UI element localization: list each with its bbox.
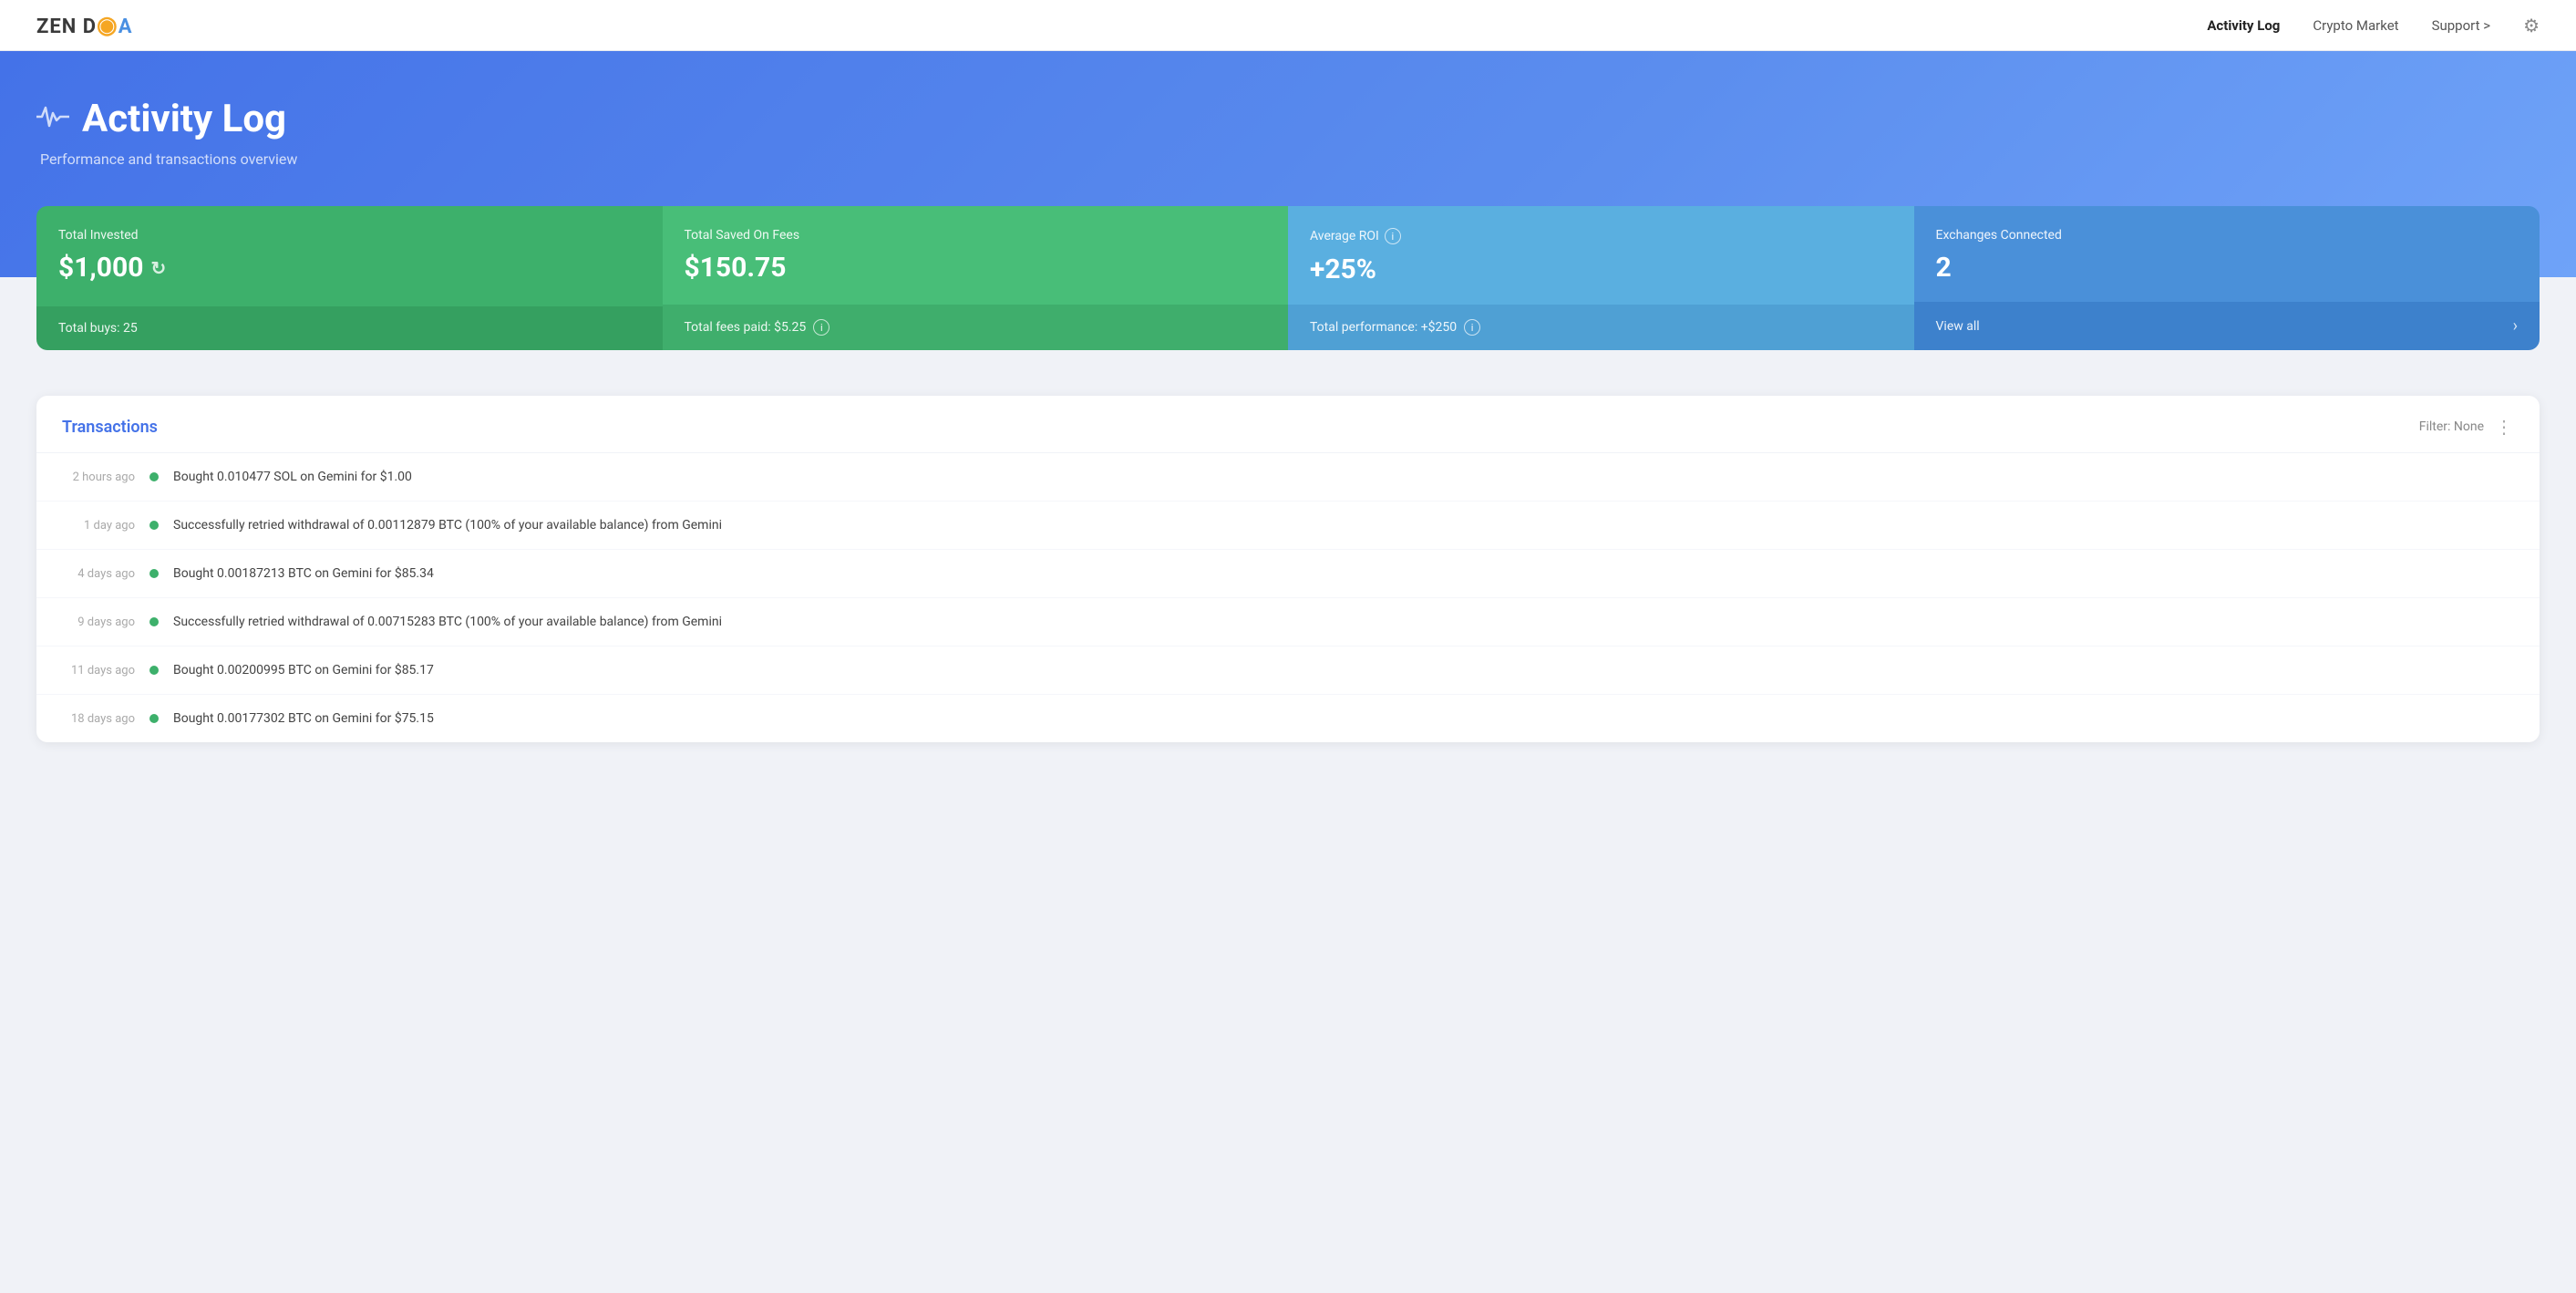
filter-label: Filter: None bbox=[2419, 419, 2484, 434]
logo-dot: ◉ bbox=[97, 12, 118, 39]
transaction-status-dot bbox=[149, 472, 159, 481]
card-average-roi: Average ROI i +25% Total performance: +$… bbox=[1288, 206, 1914, 350]
performance-info-icon[interactable]: i bbox=[1464, 319, 1480, 336]
nav-activity-log[interactable]: Activity Log bbox=[2207, 17, 2280, 34]
card-exchanges-bottom: View all bbox=[1936, 319, 1980, 334]
hero-subtitle: Performance and transactions overview bbox=[40, 150, 2540, 168]
navbar: ZEN D◉A Activity Log Crypto Market Suppo… bbox=[0, 0, 2576, 51]
transaction-time: 9 days ago bbox=[62, 615, 135, 629]
filter-area: Filter: None ⋮ bbox=[2419, 416, 2514, 438]
card-average-roi-label: Average ROI bbox=[1310, 229, 1379, 243]
card-exchanges-label: Exchanges Connected bbox=[1936, 228, 2062, 243]
transactions-header: Transactions Filter: None ⋮ bbox=[36, 396, 2540, 453]
transactions-list: 2 hours ago Bought 0.010477 SOL on Gemin… bbox=[36, 453, 2540, 742]
card-average-roi-value: +25% bbox=[1310, 253, 1376, 285]
transaction-status-dot bbox=[149, 617, 159, 626]
refresh-icon[interactable]: ↻ bbox=[150, 257, 166, 279]
transaction-status-dot bbox=[149, 666, 159, 675]
transactions-title: Transactions bbox=[62, 418, 158, 437]
transaction-time: 18 days ago bbox=[62, 712, 135, 726]
transaction-time: 1 day ago bbox=[62, 519, 135, 533]
roi-info-icon[interactable]: i bbox=[1385, 228, 1401, 244]
hero-title-block: Activity Log bbox=[36, 97, 2540, 141]
fees-info-icon[interactable]: i bbox=[813, 319, 829, 336]
transaction-text: Successfully retried withdrawal of 0.001… bbox=[173, 518, 722, 533]
view-all-chevron-icon: › bbox=[2513, 316, 2518, 336]
transaction-text: Successfully retried withdrawal of 0.007… bbox=[173, 615, 722, 629]
transaction-text: Bought 0.00200995 BTC on Gemini for $85.… bbox=[173, 663, 434, 678]
settings-icon[interactable]: ⚙ bbox=[2523, 15, 2540, 36]
card-exchanges-value: 2 bbox=[1936, 252, 1952, 284]
transaction-text: Bought 0.010477 SOL on Gemini for $1.00 bbox=[173, 470, 412, 484]
card-total-invested-value: $1,000 bbox=[58, 252, 143, 284]
transaction-item: 1 day ago Successfully retried withdrawa… bbox=[36, 502, 2540, 550]
transaction-time: 11 days ago bbox=[62, 664, 135, 678]
transaction-status-dot bbox=[149, 521, 159, 530]
nav-links: Activity Log Crypto Market Support > ⚙ bbox=[2207, 15, 2540, 36]
transaction-item: 4 days ago Bought 0.00187213 BTC on Gemi… bbox=[36, 550, 2540, 598]
transaction-text: Bought 0.00187213 BTC on Gemini for $85.… bbox=[173, 566, 434, 581]
transaction-item: 2 hours ago Bought 0.010477 SOL on Gemin… bbox=[36, 453, 2540, 502]
card-total-saved-bottom: Total fees paid: $5.25 bbox=[685, 320, 807, 335]
card-average-roi-bottom: Total performance: +$250 bbox=[1310, 320, 1457, 335]
logo-zen: ZEN D bbox=[36, 16, 97, 38]
transactions-menu-button[interactable]: ⋮ bbox=[2495, 416, 2514, 438]
card-total-saved: Total Saved On Fees $150.75 Total fees p… bbox=[663, 206, 1289, 350]
card-total-invested-bottom: Total buys: 25 bbox=[58, 321, 138, 336]
logo-dca: A bbox=[118, 16, 133, 38]
transaction-item: 9 days ago Successfully retried withdraw… bbox=[36, 598, 2540, 646]
page-title: Activity Log bbox=[82, 97, 286, 141]
transaction-status-dot bbox=[149, 569, 159, 578]
pulse-icon bbox=[36, 102, 69, 137]
card-total-invested-label: Total Invested bbox=[58, 228, 139, 243]
card-total-invested: Total Invested $1,000 ↻ Total buys: 25 bbox=[36, 206, 663, 350]
card-total-saved-label: Total Saved On Fees bbox=[685, 228, 800, 243]
main-content: Transactions Filter: None ⋮ 2 hours ago … bbox=[0, 378, 2576, 779]
nav-support[interactable]: Support > bbox=[2432, 17, 2491, 34]
card-exchanges[interactable]: Exchanges Connected 2 View all › bbox=[1914, 206, 2540, 350]
transactions-card: Transactions Filter: None ⋮ 2 hours ago … bbox=[36, 396, 2540, 742]
transaction-time: 4 days ago bbox=[62, 567, 135, 581]
nav-crypto-market[interactable]: Crypto Market bbox=[2313, 17, 2398, 34]
transaction-time: 2 hours ago bbox=[62, 471, 135, 484]
stats-cards-row: Total Invested $1,000 ↻ Total buys: 25 T… bbox=[36, 206, 2540, 350]
transaction-item: 11 days ago Bought 0.00200995 BTC on Gem… bbox=[36, 646, 2540, 695]
transaction-status-dot bbox=[149, 714, 159, 723]
transaction-text: Bought 0.00177302 BTC on Gemini for $75.… bbox=[173, 711, 434, 726]
logo[interactable]: ZEN D◉A bbox=[36, 12, 132, 39]
hero-section: Activity Log Performance and transaction… bbox=[0, 51, 2576, 277]
card-total-saved-value: $150.75 bbox=[685, 252, 787, 284]
transaction-item: 18 days ago Bought 0.00177302 BTC on Gem… bbox=[36, 695, 2540, 742]
